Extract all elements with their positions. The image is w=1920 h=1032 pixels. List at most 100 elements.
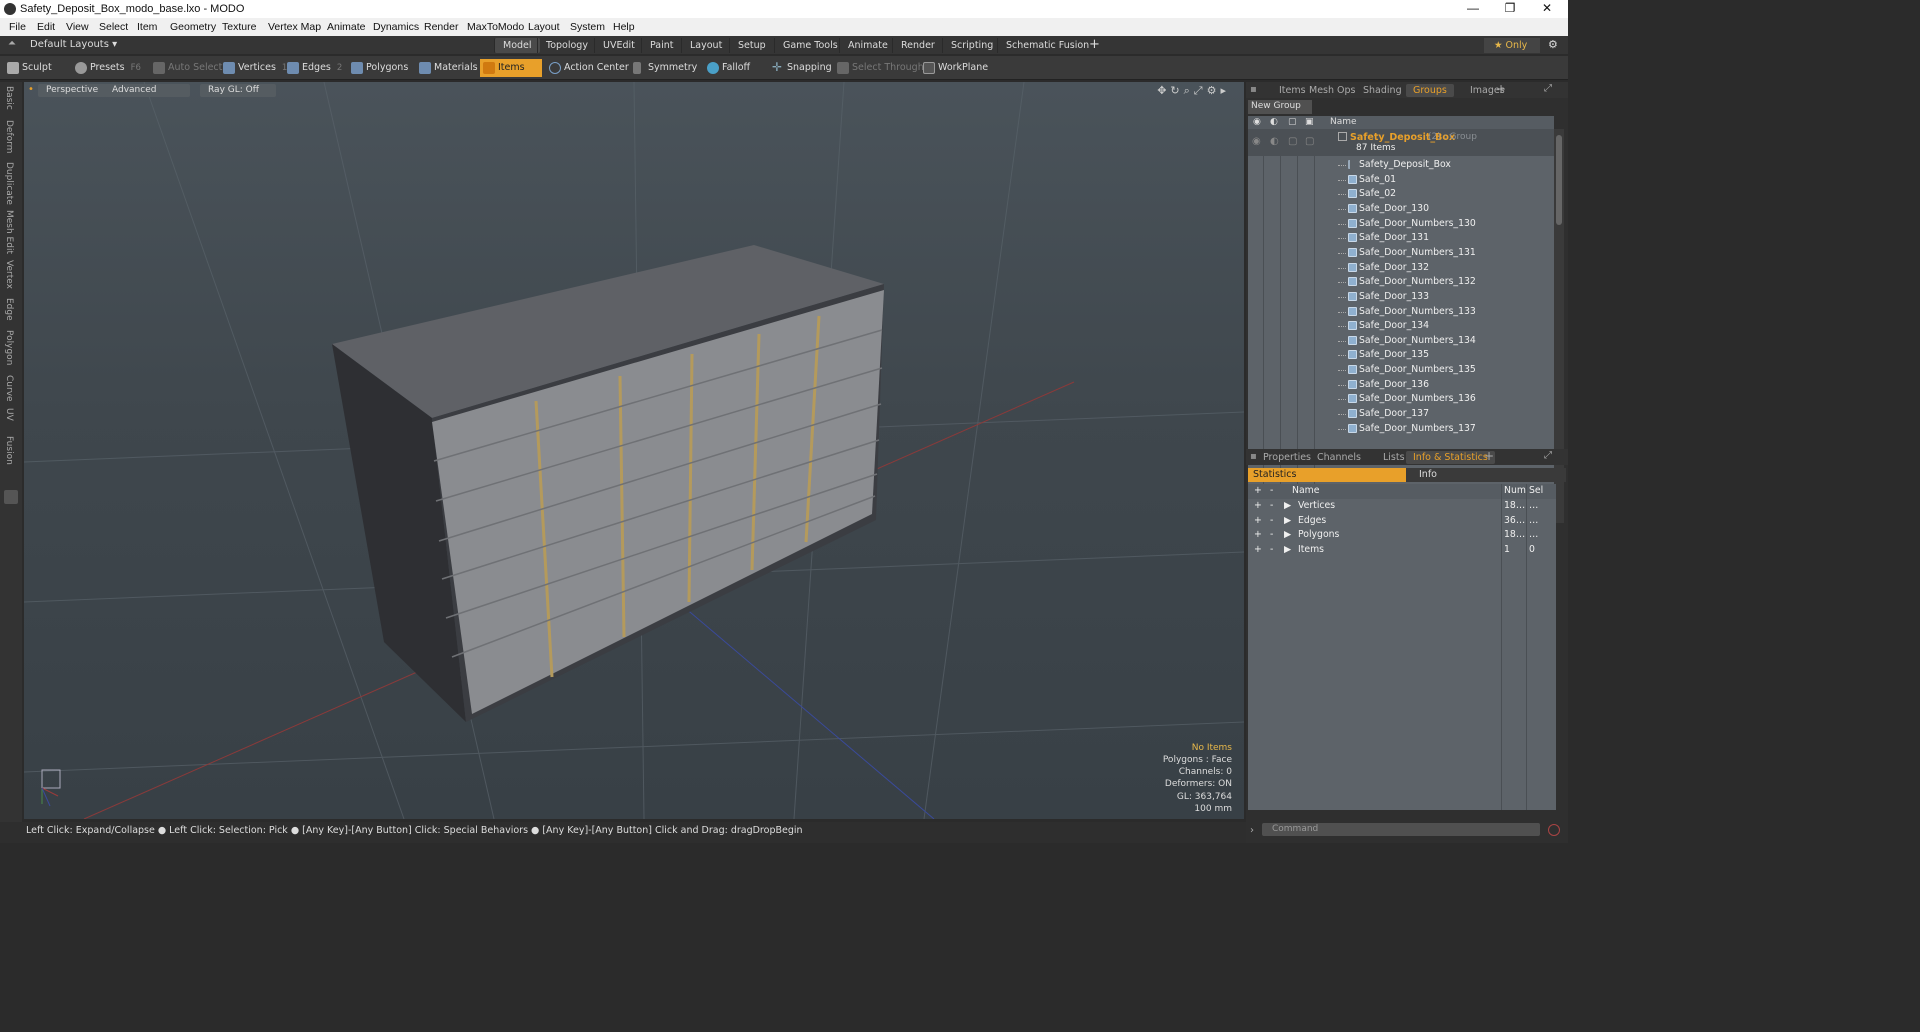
groups-tree-item[interactable]: Safety_Deposit_Box (1248, 158, 1554, 173)
raygl-toggle[interactable]: Ray GL: Off (200, 84, 276, 97)
left-tab-duplicate[interactable]: Duplicate (4, 162, 14, 205)
tab-animate[interactable]: Animate (839, 38, 896, 53)
menu-animate[interactable]: Animate (327, 21, 366, 33)
expand-panel-icon[interactable]: ⤢ (1544, 83, 1552, 94)
add-panel-tab-icon[interactable]: + (1496, 82, 1506, 96)
left-tab-edge[interactable]: Edge (4, 298, 14, 321)
add-lower-tab-icon[interactable]: + (1484, 449, 1494, 463)
expand-all-icon[interactable]: + (1254, 485, 1262, 496)
tab-channels[interactable]: Channels (1310, 451, 1368, 464)
groups-tree-item[interactable]: Safe_Door_131 (1248, 231, 1554, 246)
tab-model[interactable]: Model (494, 38, 540, 53)
menu-geometry[interactable]: Geometry (170, 21, 216, 33)
groups-tree-item[interactable]: Safe_Door_Numbers_133 (1248, 305, 1554, 320)
expand-row-icon[interactable]: + (1254, 500, 1262, 511)
menu-render[interactable]: Render (424, 21, 458, 33)
presets-button[interactable]: Presets F6 (72, 59, 142, 77)
layout-arrow-icon[interactable]: ⏶ (8, 38, 16, 49)
disclosure-arrow-icon[interactable]: ▶ (1284, 500, 1291, 511)
group-row[interactable]: ◉ ◐ ▢ ▢ Safety_Deposit_Box (2) : Group 8… (1248, 129, 1554, 156)
tab-paint[interactable]: Paint (641, 38, 682, 53)
statistics-row[interactable]: + - ▶ Items 1 0 (1248, 543, 1556, 558)
left-tab-mesh-edit[interactable]: Mesh Edit (4, 210, 14, 254)
group-select-icon[interactable]: ▢ (1305, 136, 1314, 147)
left-tab-fusion[interactable]: Fusion (4, 436, 14, 465)
groups-tree-item[interactable]: Safe_01 (1248, 173, 1554, 188)
left-tab-toggle-icon[interactable] (4, 490, 18, 504)
group-eye-icon[interactable]: ◉ (1252, 136, 1261, 147)
workplane-button[interactable]: WorkPlane (920, 59, 988, 77)
collapse-row-icon[interactable]: - (1270, 544, 1273, 555)
falloff-button[interactable]: Falloff (704, 59, 764, 77)
tab-groups[interactable]: Groups (1406, 84, 1454, 97)
tab-uvedit[interactable]: UVEdit (594, 38, 643, 53)
collapse-all-icon[interactable]: - (1270, 485, 1273, 496)
menu-view[interactable]: View (66, 21, 89, 33)
left-tab-deform[interactable]: Deform (4, 120, 14, 153)
viewport-nav-icons[interactable]: ✥↻⌕⤢⚙▸ (1157, 84, 1230, 98)
menu-layout[interactable]: Layout (528, 21, 560, 33)
groups-tree-item[interactable]: Safe_Door_Numbers_137 (1248, 422, 1554, 437)
settings-gear-icon[interactable]: ⚙ (1548, 38, 1558, 51)
command-input[interactable]: Command (1262, 823, 1540, 836)
disclosure-arrow-icon[interactable]: ▶ (1284, 544, 1291, 555)
groups-tree-item[interactable]: Safe_Door_133 (1248, 290, 1554, 305)
menu-select[interactable]: Select (99, 21, 128, 33)
name-column-header[interactable]: Name (1330, 117, 1357, 127)
groups-tree-item[interactable]: Safe_Door_Numbers_134 (1248, 334, 1554, 349)
left-tab-polygon[interactable]: Polygon (4, 330, 14, 365)
groups-tree-item[interactable]: Safe_Door_135 (1248, 348, 1554, 363)
menu-item[interactable]: Item (137, 21, 157, 33)
auto-select-button[interactable]: Auto Select (150, 59, 222, 77)
tab-shading[interactable]: Shading (1356, 84, 1409, 97)
menu-maxtomodo[interactable]: MaxToModo (467, 21, 524, 33)
select-through-button[interactable]: Select Through (834, 59, 924, 77)
menu-system[interactable]: System (570, 21, 605, 33)
menu-dynamics[interactable]: Dynamics (373, 21, 419, 33)
edges-button[interactable]: Edges 2 (284, 59, 348, 77)
groups-tree-item[interactable]: Safe_Door_134 (1248, 319, 1554, 334)
advanced-dropdown[interactable]: Advanced (104, 84, 190, 97)
menu-texture[interactable]: Texture (222, 21, 256, 33)
close-icon[interactable]: ✕ (1529, 1, 1565, 15)
groups-tree-item[interactable]: Safe_Door_Numbers_136 (1248, 392, 1554, 407)
expand-row-icon[interactable]: + (1254, 529, 1262, 540)
groups-tree-item[interactable]: Safe_Door_137 (1248, 407, 1554, 422)
materials-button[interactable]: Materials (416, 59, 478, 77)
vertices-button[interactable]: Vertices 1 (220, 59, 287, 77)
tab-scripting[interactable]: Scripting (942, 38, 1001, 53)
polygons-button[interactable]: Polygons (348, 59, 408, 77)
groups-tree-item[interactable]: Safe_Door_Numbers_131 (1248, 246, 1554, 261)
only-button[interactable]: ★ Only (1484, 38, 1540, 53)
new-group-button[interactable]: New Group (1248, 100, 1312, 114)
left-tab-vertex[interactable]: Vertex (4, 260, 14, 289)
menu-file[interactable]: File (9, 21, 26, 33)
groups-tree-item[interactable]: Safe_Door_Numbers_135 (1248, 363, 1554, 378)
items-button[interactable]: Items (480, 59, 542, 77)
tab-setup[interactable]: Setup (729, 38, 774, 53)
group-render-icon[interactable]: ◐ (1270, 136, 1279, 147)
left-tab-uv[interactable]: UV (4, 408, 14, 421)
tab-schematic-fusion[interactable]: Schematic Fusion (997, 38, 1097, 53)
tab-render[interactable]: Render (892, 38, 943, 53)
groups-tree-item[interactable]: Safe_Door_136 (1248, 378, 1554, 393)
statistics-row[interactable]: + - ▶ Vertices 18…… (1248, 499, 1556, 514)
menu-help[interactable]: Help (613, 21, 635, 33)
tab-topology[interactable]: Topology (537, 38, 596, 53)
groups-tree-item[interactable]: Safe_Door_132 (1248, 261, 1554, 276)
collapse-row-icon[interactable]: - (1270, 500, 1273, 511)
statistics-row[interactable]: + - ▶ Polygons 18…… (1248, 528, 1556, 543)
snapping-button[interactable]: ✛ Snapping (769, 59, 832, 77)
groups-tree-item[interactable]: Safe_Door_Numbers_132 (1248, 275, 1554, 290)
group-lock-icon[interactable]: ▢ (1288, 136, 1297, 147)
symmetry-button[interactable]: Symmetry (630, 59, 698, 77)
menu-vertex-map[interactable]: Vertex Map (268, 21, 321, 33)
scrollbar-thumb[interactable] (1556, 135, 1562, 225)
action-center-button[interactable]: Action Center (546, 59, 629, 77)
expand-row-icon[interactable]: + (1254, 515, 1262, 526)
command-record-icon[interactable] (1548, 824, 1560, 836)
minimize-icon[interactable]: — (1455, 1, 1491, 15)
info-tab[interactable]: Info (1414, 468, 1442, 482)
tab-properties[interactable]: Properties (1256, 451, 1318, 464)
disclosure-arrow-icon[interactable]: ▶ (1284, 529, 1291, 540)
